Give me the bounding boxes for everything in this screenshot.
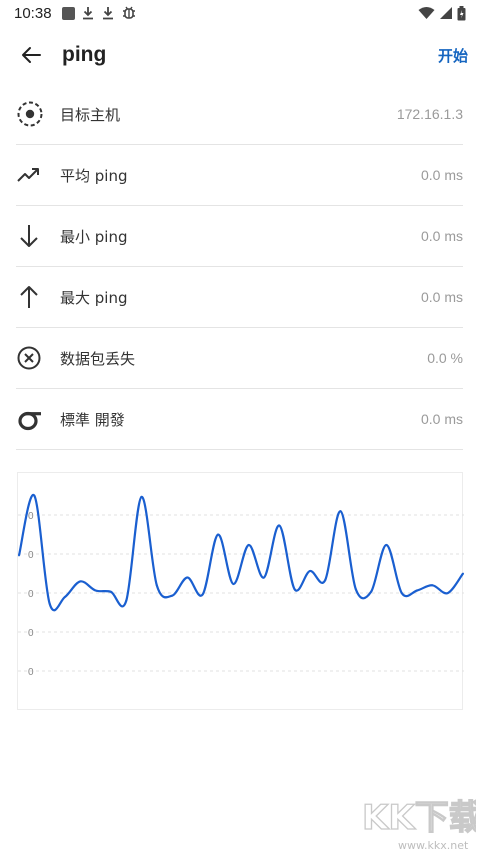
arrow-down-icon (16, 223, 60, 249)
data-point (79, 580, 82, 583)
download-icon (82, 7, 93, 20)
data-point (201, 593, 204, 596)
data-point (416, 589, 419, 592)
data-point (94, 589, 97, 592)
data-point (446, 592, 449, 595)
data-point (63, 596, 66, 598)
data-point (155, 584, 158, 587)
data-point (293, 588, 296, 591)
data-point (232, 583, 235, 585)
status-time: 10:38 (14, 4, 52, 22)
row-label: 最大 ping (60, 288, 128, 307)
data-point (308, 570, 311, 572)
data-point (370, 590, 373, 593)
data-point (33, 494, 36, 497)
y-tick-label: 0 (28, 511, 34, 522)
data-point (339, 510, 342, 513)
sigma-icon (16, 405, 60, 433)
row-value: 0.0 % (427, 350, 463, 366)
row-label: 最小 ping (60, 227, 128, 246)
row-value: 172.16.1.3 (396, 106, 463, 122)
battery-icon (457, 5, 466, 20)
row-max-ping: 最大 ping 0.0 ms (16, 267, 463, 328)
data-point (109, 590, 112, 593)
row-label: 目标主机 (60, 105, 121, 124)
data-point (354, 588, 357, 591)
data-point (171, 594, 174, 597)
data-point (247, 544, 250, 546)
y-tick-label: 0 (28, 550, 34, 561)
cancel-circle-icon (16, 345, 60, 371)
row-value: 0.0 ms (420, 228, 463, 244)
stats-list: 目标主机 172.16.1.3 平均 ping 0.0 ms 最小 ping 0… (16, 84, 463, 450)
data-point (262, 576, 265, 579)
y-tick-label: 0 (28, 628, 34, 639)
row-target-host: 目标主机 172.16.1.3 (16, 84, 463, 145)
row-value: 0.0 ms (420, 289, 463, 305)
y-tick-label: 0 (28, 667, 34, 678)
ping-chart-svg: 0 0 0 0 0 (17, 494, 464, 678)
watermark-url: www.kkx.net (398, 839, 469, 852)
target-icon (16, 100, 60, 128)
data-point (431, 584, 434, 587)
row-min-ping: 最小 ping 0.0 ms (16, 206, 463, 267)
data-point (18, 554, 20, 557)
bug-icon (122, 6, 135, 19)
ping-chart: 0 0 0 0 0 (17, 472, 464, 710)
arrow-up-icon (16, 284, 60, 310)
data-point (125, 599, 128, 602)
data-point (400, 592, 403, 595)
app-bar: ping 开始 (0, 26, 480, 84)
row-average-ping: 平均 ping 0.0 ms (16, 145, 463, 206)
row-value: 0.0 ms (420, 167, 463, 183)
wifi-icon (418, 7, 435, 19)
data-point (324, 579, 327, 582)
page-title: ping (62, 43, 107, 66)
watermark: KK下载 www.kkx.net (358, 795, 480, 853)
row-std-dev: 標準 開發 0.0 ms (16, 389, 463, 450)
data-point (385, 544, 388, 546)
watermark-logo-text: KK下载 (362, 798, 476, 838)
row-label: 数据包丢失 (60, 349, 136, 368)
data-point (278, 524, 281, 527)
start-button[interactable]: 开始 (438, 45, 468, 66)
data-point (140, 495, 143, 498)
download-icon (102, 7, 113, 20)
row-label: 標準 開發 (60, 410, 125, 429)
system-icons (418, 5, 466, 21)
row-label: 平均 ping (60, 166, 128, 185)
data-point (462, 572, 464, 575)
row-value: 0.0 ms (420, 411, 463, 427)
data-point (217, 533, 220, 536)
arrow-back-icon (22, 47, 41, 63)
row-packet-loss: 数据包丢失 0.0 % (16, 328, 463, 389)
trending-up-icon (16, 165, 60, 185)
status-bar: 10:38 (0, 0, 480, 26)
signal-icon (440, 7, 452, 19)
y-tick-label: 0 (28, 589, 34, 600)
back-button[interactable] (0, 26, 62, 84)
app-notification-icon (61, 6, 75, 20)
data-point (186, 576, 189, 579)
data-point (48, 602, 51, 605)
notification-icons (61, 5, 137, 21)
